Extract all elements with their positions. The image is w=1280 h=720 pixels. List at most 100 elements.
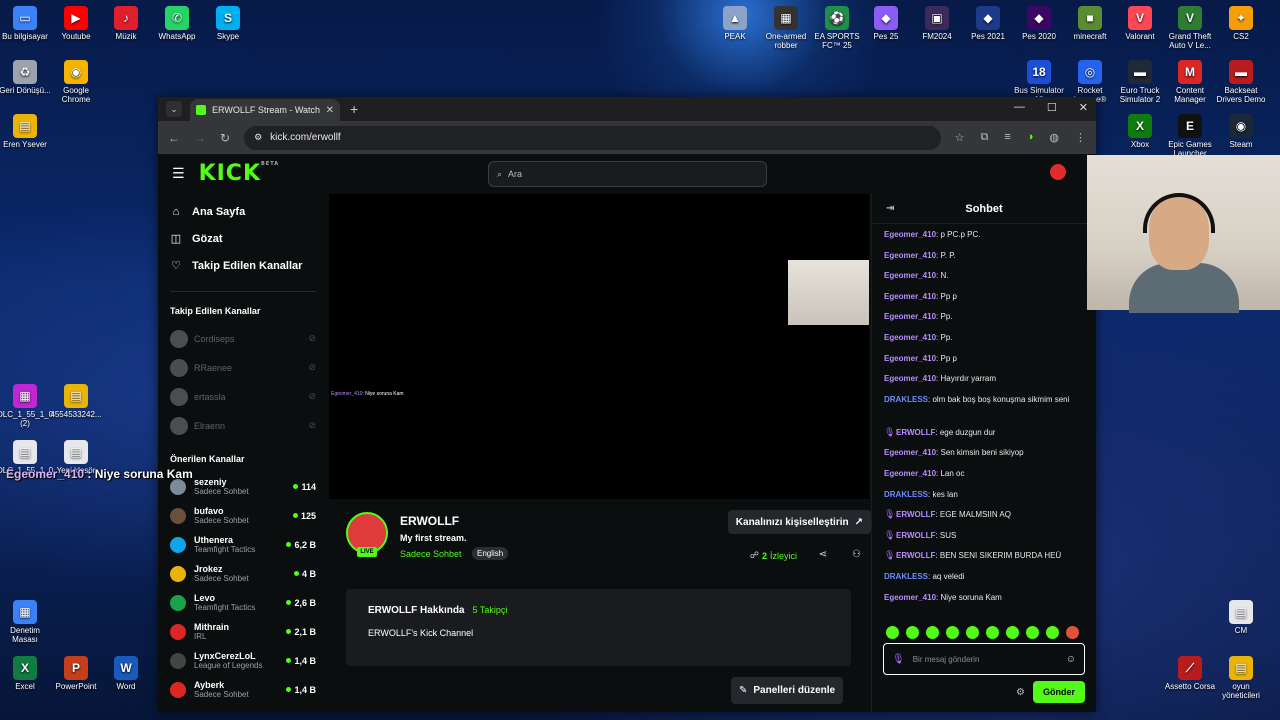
chat-username[interactable]: Egeomer_410 (884, 469, 936, 478)
chat-username[interactable]: Egeomer_410 (884, 312, 936, 321)
followed-channel[interactable]: ertassla ⊘ (170, 382, 316, 411)
chat-username[interactable]: ERWOLLF (896, 551, 935, 560)
chat-username[interactable]: DRAKLESS (884, 395, 928, 404)
chat-username[interactable]: Egeomer_410 (884, 271, 936, 280)
chat-username[interactable]: DRAKLESS (884, 572, 928, 581)
emote-icon[interactable] (946, 626, 959, 639)
desktop-icon[interactable]: ◆ Pes 25 (858, 6, 914, 41)
desktop-icon[interactable]: ▣ FM2024 (909, 6, 965, 41)
emote-icon[interactable] (986, 626, 999, 639)
desktop-icon[interactable]: X Xbox (1112, 114, 1168, 149)
chat-input[interactable]: 🎙 Bir mesaj gönderin ☺ (883, 643, 1085, 675)
desktop-icon[interactable]: ▦ DLC_1_55_1_0 (2) (0, 384, 53, 428)
extensions-icon[interactable]: ⧉ (980, 131, 988, 144)
edit-panels-button[interactable]: ✎ Panelleri düzenle (731, 677, 844, 704)
followed-channel[interactable]: RRaenee ⊘ (170, 353, 316, 382)
chat-username[interactable]: Egeomer_410 (884, 251, 936, 260)
chat-username[interactable]: Egeomer_410 (884, 333, 936, 342)
chat-username[interactable]: Egeomer_410 (884, 354, 936, 363)
emote-icon[interactable] (1046, 626, 1059, 639)
search-input[interactable]: ⌕ Ara (488, 161, 767, 187)
bookmark-star-icon[interactable]: ☆ (955, 131, 965, 144)
language-tag[interactable]: English (472, 547, 509, 560)
desktop-icon[interactable]: ▲ PEAK (707, 6, 763, 41)
send-button[interactable]: Gönder (1032, 681, 1085, 703)
emote-icon[interactable] (1066, 626, 1079, 639)
desktop-icon[interactable]: ◉ Google Chrome (48, 60, 104, 104)
desktop-icon[interactable]: W Word (98, 656, 154, 691)
reload-icon[interactable]: ↻ (220, 131, 230, 145)
emote-icon[interactable] (926, 626, 939, 639)
chat-username[interactable]: ERWOLLF (896, 531, 935, 540)
desktop-icon[interactable]: ▤ Eren Ysever (0, 114, 53, 149)
chat-username[interactable]: Egeomer_410 (884, 230, 936, 239)
emote-icon[interactable] (906, 626, 919, 639)
tab-erwollf[interactable]: ERWOLLF Stream - Watch Live ✕ (190, 99, 340, 121)
desktop-icon[interactable]: M Content Manager (1162, 60, 1218, 104)
hamburger-menu-icon[interactable]: ☰ (172, 165, 185, 182)
recommended-channel[interactable]: bufavo Sadece Sohbet 125 (170, 501, 316, 530)
desktop-icon[interactable]: ▤ oyun yöneticileri (1213, 656, 1269, 700)
close-tab-icon[interactable]: ✕ (326, 105, 334, 116)
emote-icon[interactable] (1006, 626, 1019, 639)
chat-username[interactable]: Egeomer_410 (884, 448, 936, 457)
desktop-icon[interactable]: ◆ Pes 2020 (1011, 6, 1067, 41)
recommended-channel[interactable]: Ayberk Sadece Sohbet 1,4 B (170, 675, 316, 704)
desktop-icon[interactable]: ▬ Backseat Drivers Demo (1213, 60, 1269, 104)
chat-settings-gear-icon[interactable]: ⚙ (1016, 687, 1025, 698)
chat-username[interactable]: Egeomer_410 (884, 374, 936, 383)
extension-icon[interactable]: ◑ (1027, 131, 1034, 144)
chat-username[interactable]: DRAKLESS (884, 490, 928, 499)
chat-username[interactable]: ERWOLLF (896, 428, 935, 437)
maximize-icon[interactable]: ☐ (1047, 101, 1057, 114)
recommended-channel[interactable]: Jrokez Sadece Sohbet 4 B (170, 559, 316, 588)
followed-channel[interactable]: Cordiseps ⊘ (170, 324, 316, 353)
desktop-icon[interactable]: ◆ Pes 2021 (960, 6, 1016, 41)
video-player[interactable]: Egeomer_410: Niye soruna Kam (329, 194, 869, 499)
desktop-icon[interactable]: ⚽ EA SPORTS FC™ 25 (809, 6, 865, 50)
chat-username[interactable]: Egeomer_410 (884, 593, 936, 602)
recommended-channel[interactable]: Levo Teamfight Tactics 2,6 B (170, 588, 316, 617)
desktop-icon[interactable]: ✆ WhatsApp (149, 6, 205, 41)
emote-icon[interactable] (966, 626, 979, 639)
followed-channel[interactable]: Elraenn ⊘ (170, 411, 316, 440)
desktop-icon[interactable]: V Grand Theft Auto V Le... (1162, 6, 1218, 50)
recommended-channel[interactable]: LynxCerezLoL League of Legends 1,4 B (170, 646, 316, 675)
desktop-icon[interactable]: ▶ Youtube (48, 6, 104, 41)
emoji-icon[interactable]: ☺ (1066, 654, 1076, 665)
nav-following[interactable]: ♡ Takip Edilen Kanallar (170, 252, 316, 279)
desktop-icon[interactable]: X Excel (0, 656, 53, 691)
channel-name[interactable]: ERWOLLF (400, 514, 459, 528)
nav-browse[interactable]: ◫ Gözat (170, 225, 316, 252)
reading-list-icon[interactable]: ≡ (1004, 131, 1010, 144)
user-avatar[interactable] (1050, 164, 1066, 180)
desktop-icon[interactable]: ▬ Euro Truck Simulator 2 (1112, 60, 1168, 104)
desktop-icon[interactable]: S Skype (200, 6, 256, 41)
desktop-icon[interactable]: ■ minecraft (1062, 6, 1118, 41)
new-tab-icon[interactable]: + (350, 101, 358, 117)
desktop-icon[interactable]: ◉ Steam (1213, 114, 1269, 149)
desktop-icon[interactable]: P PowerPoint (48, 656, 104, 691)
desktop-icon[interactable]: E Epic Games Launcher (1162, 114, 1218, 158)
chat-username[interactable]: Egeomer_410 (884, 292, 936, 301)
forward-icon[interactable]: → (194, 131, 206, 145)
menu-kebab-icon[interactable]: ⋮ (1075, 131, 1086, 144)
recommended-channel[interactable]: Uthenera Teamfight Tactics 6,2 B (170, 530, 316, 559)
customize-channel-button[interactable]: Kanalınızı kişiselleştirin ↗ (727, 510, 871, 534)
kick-logo[interactable]: KICKBETA (199, 161, 280, 186)
desktop-icon[interactable]: V Valorant (1112, 6, 1168, 41)
desktop-icon[interactable]: ▦ One-armed robber (758, 6, 814, 50)
desktop-icon[interactable]: ▭ Bu bilgisayar (0, 6, 53, 41)
chat-username[interactable]: ERWOLLF (896, 510, 935, 519)
stream-category[interactable]: Sadece Sohbet (400, 549, 462, 559)
address-bar[interactable]: ⚙ kick.com/erwollf (244, 125, 941, 150)
minimize-icon[interactable]: — (1014, 101, 1025, 114)
share-icon[interactable]: ⋖ (819, 549, 827, 560)
profile-icon[interactable]: ◍ (1049, 131, 1059, 144)
desktop-icon[interactable]: ⟋ Assetto Corsa (1162, 656, 1218, 691)
desktop-icon[interactable]: ✦ CS2 (1213, 6, 1269, 41)
desktop-icon[interactable]: ♻ Geri Dönüşü... (0, 60, 53, 95)
recommended-channel[interactable]: Mithrain IRL 2,1 B (170, 617, 316, 646)
desktop-icon[interactable]: ▤ CM (1213, 600, 1269, 635)
nav-home[interactable]: ⌂ Ana Sayfa (170, 198, 316, 225)
